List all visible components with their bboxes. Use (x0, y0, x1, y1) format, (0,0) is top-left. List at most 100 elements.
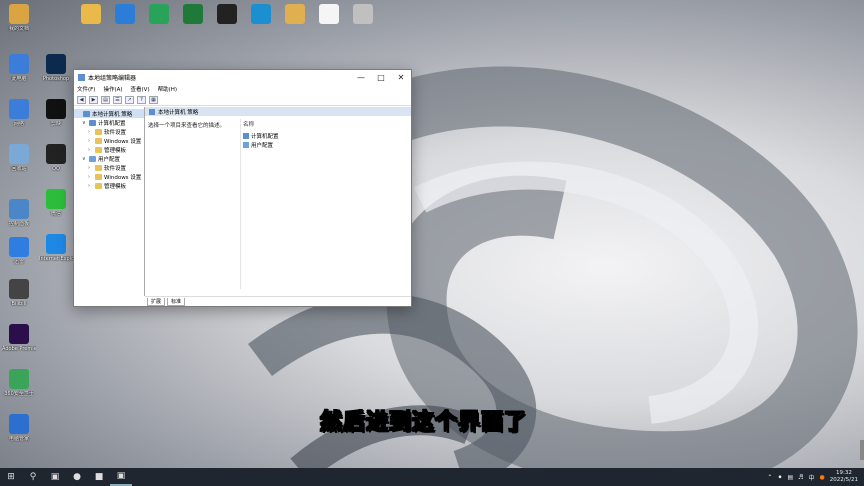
forward-icon[interactable]: ▶ (89, 95, 98, 104)
menu-action[interactable]: 操作(A) (103, 85, 122, 93)
input-language[interactable]: 中 (809, 473, 815, 482)
app-icon (46, 54, 66, 74)
desktop-icon[interactable] (142, 4, 176, 26)
desktop-icon-label: 此电脑 (11, 76, 27, 82)
group-policy-editor-window[interactable]: 本地组策略编辑器 — □ ✕ 文件(F) 操作(A) 查看(V) 帮助(H) ◀… (73, 69, 412, 307)
menu-file[interactable]: 文件(F) (77, 85, 95, 93)
desktop-icon[interactable] (244, 4, 278, 26)
app-tray-icon[interactable]: ● (820, 474, 825, 481)
tree-node[interactable]: ∨ 用户配置 (74, 154, 144, 163)
desktop-icon[interactable]: 控制面板 (2, 199, 36, 227)
tree-node-label: 软件设置 (104, 129, 127, 136)
desktop-icon[interactable]: 迅雷 (2, 237, 36, 265)
chevron-right-icon[interactable]: › (88, 138, 95, 144)
desktop-icon[interactable]: Bilibili (2, 279, 36, 307)
computer-icon (243, 132, 249, 139)
chevron-right-icon[interactable]: › (88, 129, 95, 135)
close-button[interactable]: ✕ (391, 70, 411, 84)
tree-node[interactable]: › 软件设置 (74, 163, 144, 172)
show-tree-icon[interactable]: ▤ (101, 95, 110, 104)
volume-icon[interactable]: ♬ (798, 474, 803, 481)
export-icon[interactable]: ↗ (125, 95, 134, 104)
desktop-icon[interactable]: 电脑管家 (2, 414, 36, 442)
list-item[interactable]: 计算机配置 (243, 131, 279, 140)
desktop-icon[interactable] (312, 4, 346, 26)
app-icon (9, 414, 29, 434)
tree-node-label: Windows 设置 (104, 138, 142, 145)
column-header-name[interactable]: 名称 (243, 120, 279, 128)
desktop-icon[interactable]: 回收站 (2, 144, 36, 172)
desktop-icon[interactable]: Photoshop (39, 54, 73, 82)
app-icon (46, 189, 66, 209)
taskbar-app-icon[interactable]: ■ (88, 468, 110, 486)
folder-icon (95, 173, 102, 180)
desktop-icon[interactable] (346, 4, 380, 26)
desktop-icon[interactable] (278, 4, 312, 26)
folder-icon (95, 146, 102, 153)
help-icon[interactable]: ? (137, 95, 146, 104)
windows-start-icon[interactable]: ⊞ (0, 468, 22, 486)
desktop-icon[interactable]: 此电脑 (2, 54, 36, 82)
maximize-button[interactable]: □ (371, 70, 391, 84)
desktop-icon[interactable]: 网络 (2, 99, 36, 127)
desktop-icon-label: Internet Explorer (39, 256, 73, 262)
desktop-icon-label: 360安全卫士 (4, 391, 34, 397)
desktop-icon-label: 剪映 (50, 121, 61, 127)
task-view-icon[interactable]: ▣ (44, 468, 66, 486)
desktop-icon[interactable] (210, 4, 244, 26)
app-icon (78, 73, 85, 81)
microphone-icon[interactable]: ⚫ (777, 474, 782, 481)
system-tray: ⌃ ⚫ ▤ ♬ 中 ● 19:32 2022/5/21 (767, 470, 864, 484)
tree-node[interactable]: 本地计算机 策略 (74, 109, 144, 118)
desktop-icon[interactable] (176, 4, 210, 26)
clock[interactable]: 19:32 2022/5/21 (830, 470, 858, 484)
desktop-icon[interactable] (108, 4, 142, 26)
menu-help[interactable]: 帮助(H) (158, 85, 177, 93)
search-icon[interactable]: ⚲ (22, 468, 44, 486)
user-icon (89, 155, 96, 162)
chevron-down-icon[interactable]: ∨ (82, 120, 89, 126)
desktop-icon[interactable]: Adobe Premiere (2, 324, 36, 352)
tab-extended[interactable]: 扩展 (147, 298, 166, 306)
desktop-icon[interactable]: 微信 (39, 189, 73, 217)
chevron-right-icon[interactable]: › (88, 147, 95, 153)
tree-node[interactable]: ∨ 计算机配置 (74, 118, 144, 127)
tree-node-label: 计算机配置 (98, 120, 126, 127)
tree-node-label: 本地计算机 策略 (92, 111, 133, 118)
app-icon (9, 54, 29, 74)
taskbar-app-icon[interactable]: ▣ (110, 468, 132, 486)
tree-node[interactable]: › 软件设置 (74, 127, 144, 136)
chevron-right-icon[interactable]: › (88, 174, 95, 180)
chevron-up-icon[interactable]: ⌃ (767, 474, 772, 481)
list-item-label: 计算机配置 (251, 133, 279, 140)
properties-icon[interactable]: ▦ (149, 95, 158, 104)
chevron-right-icon[interactable]: › (88, 183, 95, 189)
desktop-icon[interactable]: 我的文档 (2, 4, 36, 32)
desktop-icon[interactable]: Internet Explorer (39, 234, 73, 262)
tree-node[interactable]: › Windows 设置 (74, 172, 144, 181)
menu-view[interactable]: 查看(V) (131, 85, 150, 93)
desktop-icon-label: 微信 (50, 211, 61, 217)
chevron-down-icon[interactable]: ∨ (82, 156, 89, 162)
tree-node[interactable]: › Windows 设置 (74, 136, 144, 145)
tab-standard[interactable]: 标准 (167, 298, 186, 306)
app-icon (46, 99, 66, 119)
desktop-icon[interactable]: QQ (39, 144, 73, 172)
tree-node[interactable]: › 管理模板 (74, 145, 144, 154)
list-item[interactable]: 用户配置 (243, 140, 279, 149)
minimize-button[interactable]: — (351, 70, 371, 84)
list-icon[interactable]: ☰ (113, 95, 122, 104)
folder-icon (95, 182, 102, 189)
column-divider (240, 119, 241, 289)
back-icon[interactable]: ◀ (77, 95, 86, 104)
details-description: 选择一个项目来查看它的描述。 (148, 123, 226, 129)
desktop-icon-label: QQ (52, 166, 60, 172)
desktop-icon[interactable]: 剪映 (39, 99, 73, 127)
desktop-icon[interactable] (74, 4, 108, 26)
taskbar-app-icon[interactable]: ● (66, 468, 88, 486)
title-bar[interactable]: 本地组策略编辑器 — □ ✕ (74, 70, 411, 84)
chevron-right-icon[interactable]: › (88, 165, 95, 171)
desktop-icon[interactable]: 360安全卫士 (2, 369, 36, 397)
network-icon[interactable]: ▤ (787, 474, 793, 481)
tree-node[interactable]: › 管理模板 (74, 181, 144, 190)
